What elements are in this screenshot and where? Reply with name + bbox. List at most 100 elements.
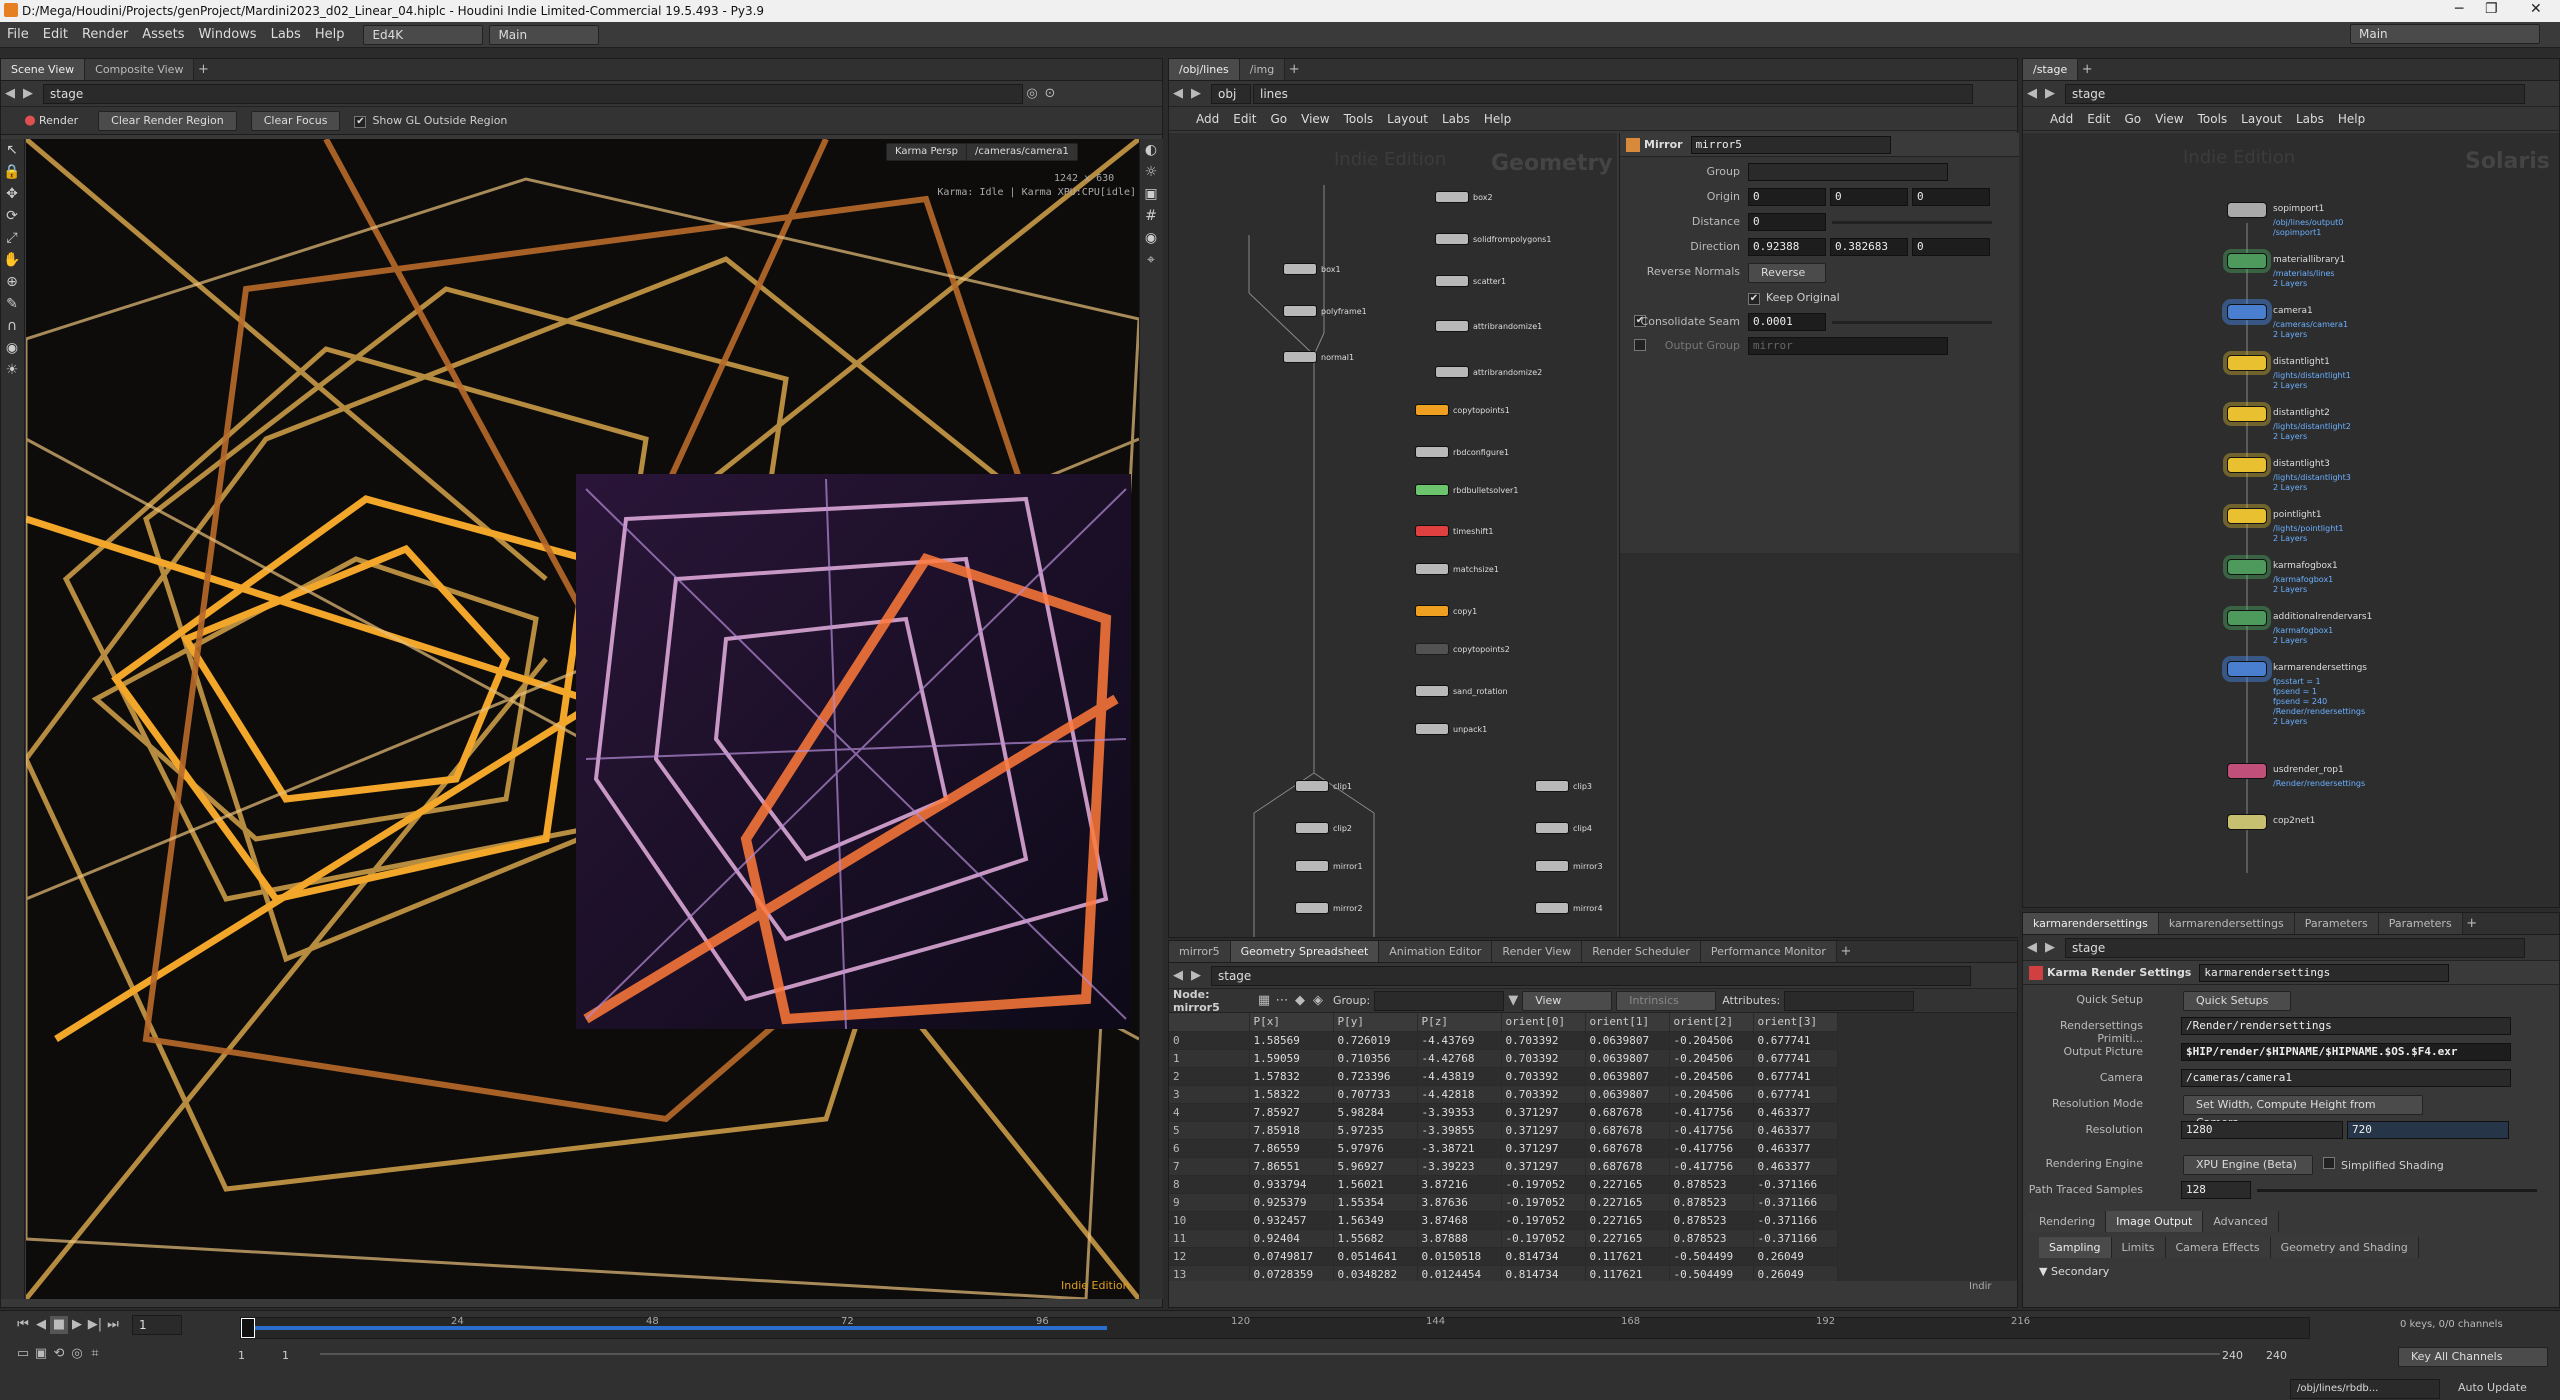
stage-menu-edit[interactable]: Edit <box>2080 107 2117 131</box>
seam-slider[interactable] <box>1832 321 1992 324</box>
res-height-field[interactable]: 720 <box>2347 1121 2509 1139</box>
res-width-field[interactable]: 1280 <box>2181 1121 2343 1139</box>
table-row[interactable]: 4 7.85927 5.98284 -3.39353 0.371297 0.687678-… <box>1169 1103 1838 1122</box>
range-end-field[interactable]: 240 <box>2222 1349 2243 1362</box>
path-node[interactable]: lines <box>1253 83 1973 104</box>
tab-scene-view[interactable]: Scene View <box>1 59 86 80</box>
network-node[interactable] <box>1435 232 1469 245</box>
maximize-button[interactable]: ❐ <box>2485 1 2498 17</box>
select-tool-icon[interactable]: ↖ <box>1 139 23 161</box>
network-node[interactable] <box>1435 191 1469 203</box>
table-row[interactable]: 9 0.925379 1.55354 3.87636 -0.197052 0.227165… <box>1169 1193 1838 1212</box>
points-mode-icon[interactable]: ▦ <box>1255 992 1273 1010</box>
table-row[interactable]: 10 0.932457 1.56349 3.87468 -0.197052 0.22716… <box>1169 1211 1838 1230</box>
vertices-mode-icon[interactable]: ⋯ <box>1273 992 1291 1010</box>
stage-canvas[interactable]: Indie Edition Solaris sopimport1/obj/lin… <box>2023 133 2559 907</box>
node-name-field[interactable]: mirror5 <box>1690 135 1891 154</box>
network-node[interactable] <box>1415 483 1449 496</box>
tab-image-output[interactable]: Image Output <box>2106 1211 2204 1232</box>
distance-field[interactable]: 0 <box>1748 213 1826 231</box>
minimize-button[interactable]: ─ <box>2455 1 2463 17</box>
range-end[interactable]: 240 <box>2266 1349 2287 1362</box>
stage-node[interactable] <box>2227 661 2267 677</box>
lock-tool-icon[interactable]: 🔒 <box>1 161 23 183</box>
quick-setup-button[interactable]: Quick Setups <box>2183 991 2291 1011</box>
net-menu-help[interactable]: Help <box>1477 107 1518 131</box>
stop-icon[interactable]: ■ <box>50 1316 68 1334</box>
stage-menu-layout[interactable]: Layout <box>2234 107 2289 131</box>
brush-tool-icon[interactable]: ✎ <box>1 293 23 315</box>
rs-name-field[interactable]: karmarendersettings <box>2199 963 2450 982</box>
network-node[interactable] <box>1435 365 1469 378</box>
network-node[interactable] <box>1295 780 1329 792</box>
desktop-dropdown[interactable]: Ed4K <box>363 24 484 45</box>
table-row[interactable]: 3 1.58322 0.707733 -4.42818 0.703392 0.063980… <box>1169 1085 1838 1104</box>
display-shading-icon[interactable]: ◐ <box>1140 139 1162 161</box>
loop-icon[interactable]: ⟲ <box>50 1345 68 1363</box>
keys-icon[interactable]: ⌗ <box>86 1345 104 1363</box>
playhead[interactable] <box>241 1318 255 1338</box>
add-tab-icon[interactable]: + <box>1837 943 1855 961</box>
tab-render-view[interactable]: Render View <box>1492 941 1583 962</box>
forward-arrow-icon[interactable]: ▶ <box>1187 967 1205 985</box>
stage-menu-go[interactable]: Go <box>2117 107 2148 131</box>
table-row[interactable]: 0 1.58569 0.726019 -4.43769 0.703392 0.063980… <box>1169 1031 1838 1050</box>
tab-karmarendersettings-1[interactable]: karmarendersettings <box>2023 913 2159 934</box>
back-arrow-icon[interactable]: ◀ <box>2023 85 2041 103</box>
camera-menu-dropdown[interactable]: Karma Persp <box>886 143 967 161</box>
stage-menu-add[interactable]: Add <box>2043 107 2080 131</box>
net-menu-edit[interactable]: Edit <box>1226 107 1263 131</box>
network-node[interactable] <box>1295 859 1329 872</box>
back-arrow-icon[interactable]: ◀ <box>2023 939 2041 957</box>
stage-node[interactable] <box>2227 559 2267 575</box>
tab-karmarendersettings-2[interactable]: karmarendersettings <box>2158 913 2295 934</box>
stage-menu-help[interactable]: Help <box>2331 107 2372 131</box>
scale-tool-icon[interactable]: ⤢ <box>1 227 23 249</box>
stage-path-field[interactable]: stage <box>2065 83 2525 104</box>
ss-col-header[interactable]: P[x] <box>1249 1013 1334 1032</box>
tab-rendering[interactable]: Rendering <box>2029 1211 2107 1232</box>
table-row[interactable]: 1 1.59059 0.710356 -4.42768 0.703392 0.063980… <box>1169 1049 1838 1068</box>
origin-z-field[interactable]: 0 <box>1912 188 1990 206</box>
table-row[interactable]: 11 0.92404 1.55682 3.87888 -0.197052 0.227165… <box>1169 1229 1838 1248</box>
network-node[interactable] <box>1283 350 1317 363</box>
stage-node[interactable] <box>2227 610 2267 626</box>
stage-node[interactable] <box>2227 355 2267 371</box>
detail-mode-icon[interactable]: ◈ <box>1309 992 1327 1010</box>
network-node[interactable] <box>1415 643 1449 656</box>
menu-help[interactable]: Help <box>308 22 352 48</box>
light-tool-icon[interactable]: ☀ <box>1 359 23 381</box>
display-camera-icon[interactable]: ▣ <box>1140 183 1162 205</box>
stage-node[interactable] <box>2227 763 2267 779</box>
stage-menu-tools[interactable]: Tools <box>2191 107 2235 131</box>
jump-end-icon[interactable]: ⏭ <box>104 1316 122 1334</box>
play-icon[interactable]: ▶ <box>68 1316 86 1334</box>
tab-stage[interactable]: /stage <box>2023 59 2079 80</box>
samples-field[interactable]: 128 <box>2181 1181 2251 1199</box>
direction-z-field[interactable]: 0 <box>1912 238 1990 256</box>
net-menu-tools[interactable]: Tools <box>1337 107 1381 131</box>
range-start[interactable]: 1 <box>238 1349 245 1362</box>
output-picture-field[interactable]: $HIP/render/$HIPNAME/$HIPNAME.$OS.$F4.ex… <box>2181 1043 2511 1061</box>
auto-update-label[interactable]: Auto Update <box>2458 1381 2527 1394</box>
display-grid-icon[interactable]: # <box>1140 205 1162 227</box>
range-slider[interactable] <box>320 1353 2220 1355</box>
group-field[interactable] <box>1748 163 1948 181</box>
magnet-tool-icon[interactable]: ∩ <box>1 315 23 337</box>
current-frame-field[interactable]: 1 <box>132 1315 182 1335</box>
tab-performance-monitor[interactable]: Performance Monitor <box>1700 941 1837 962</box>
right-desktop-dropdown[interactable]: Main <box>2350 24 2540 44</box>
menu-edit[interactable]: Edit <box>36 22 75 48</box>
back-arrow-icon[interactable]: ◀ <box>1 85 19 103</box>
net-menu-go[interactable]: Go <box>1263 107 1294 131</box>
realtime-icon[interactable]: ◎ <box>68 1345 86 1363</box>
table-row[interactable]: 13 0.0728359 0.0348282 0.0124454 0.814734 0.1… <box>1169 1265 1838 1281</box>
range-icon-2[interactable]: ▣ <box>32 1345 50 1363</box>
network-node[interactable] <box>1415 605 1449 618</box>
consolidate-seam-field[interactable]: 0.0001 <box>1748 313 1826 331</box>
network-node[interactable] <box>1415 525 1449 538</box>
network-node[interactable] <box>1415 563 1449 576</box>
net-menu-layout[interactable]: Layout <box>1380 107 1435 131</box>
tab-geometry-spreadsheet[interactable]: Geometry Spreadsheet <box>1230 941 1380 962</box>
tab-sampling[interactable]: Sampling <box>2039 1237 2112 1258</box>
